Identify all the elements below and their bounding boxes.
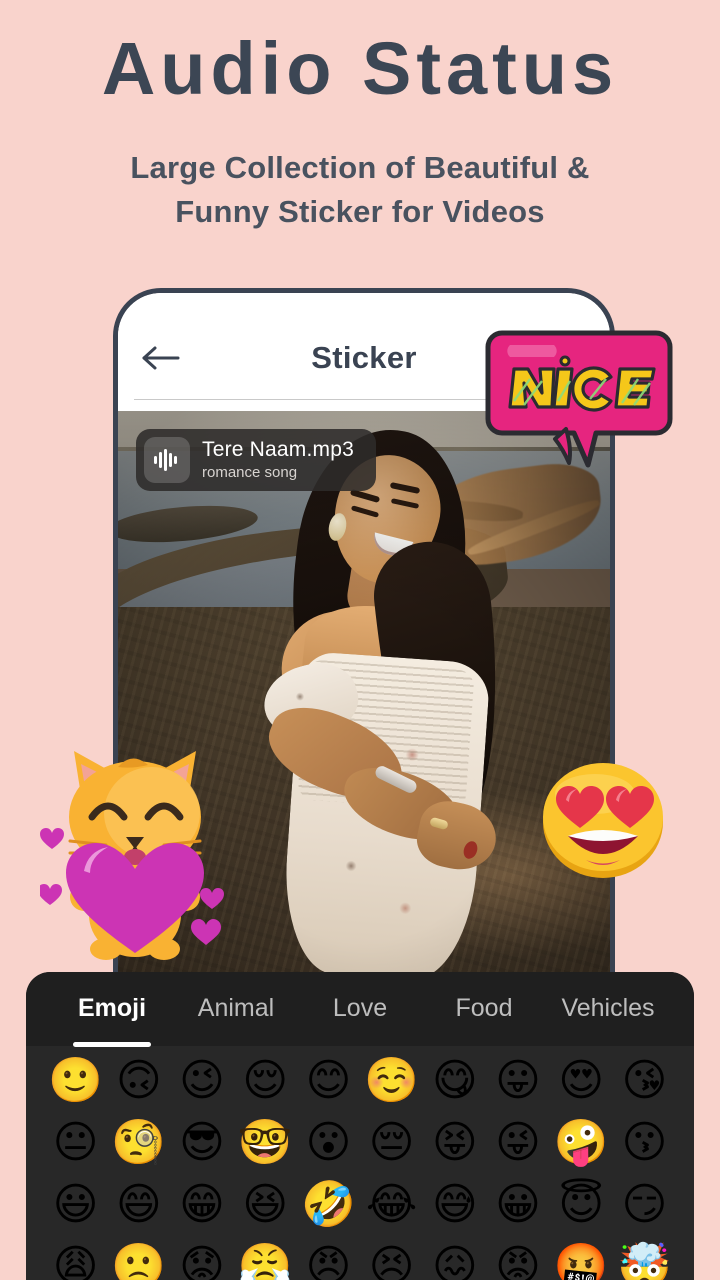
tab-food[interactable]: Food	[422, 994, 546, 1025]
emoji-cell[interactable]: ☺️	[360, 1054, 423, 1108]
heart-eyes-emoji-sticker[interactable]	[540, 760, 666, 880]
back-button[interactable]	[118, 327, 204, 389]
emoji-cell[interactable]: 😏	[613, 1178, 676, 1232]
emoji-cell[interactable]: 🤣	[297, 1178, 360, 1232]
page-title: Audio Status	[101, 27, 619, 110]
emoji-cell[interactable]: 😐	[44, 1116, 107, 1170]
emoji-cell[interactable]: 😣	[360, 1240, 423, 1280]
arrow-left-icon	[141, 344, 181, 372]
emoji-cell[interactable]: 😍	[550, 1054, 613, 1108]
emoji-cell[interactable]: 😊	[297, 1054, 360, 1108]
sticker-picker-sheet: Emoji Animal Love Food Vehicles 🙂 🙃 😉 😌 😊 ☺️ 😋…	[26, 972, 694, 1280]
emoji-cell[interactable]: 🧐	[107, 1116, 170, 1170]
emoji-cell[interactable]: 😆	[234, 1178, 297, 1232]
emoji-cell[interactable]: 🤯	[613, 1240, 676, 1280]
emoji-cell[interactable]: 😠	[297, 1240, 360, 1280]
sticker-category-tabs: Emoji Animal Love Food Vehicles	[26, 972, 694, 1046]
emoji-cell[interactable]: 🤪	[550, 1116, 613, 1170]
emoji-cell[interactable]: 😉	[170, 1054, 233, 1108]
music-subtitle: romance song	[202, 463, 298, 481]
emoji-cell[interactable]: 😖	[423, 1240, 486, 1280]
emoji-cell[interactable]: 😝	[423, 1116, 486, 1170]
emoji-cell[interactable]: 😌	[234, 1054, 297, 1108]
tab-emoji[interactable]: Emoji	[50, 994, 174, 1025]
music-chip[interactable]: Tere Naam.mp3 romance song	[136, 429, 376, 491]
emoji-cell[interactable]: 😤	[234, 1240, 297, 1280]
emoji-cell[interactable]: 😜	[486, 1116, 549, 1170]
emoji-grid: 🙂 🙃 😉 😌 😊 ☺️ 😋 😛 😍 😘 😐 🧐 😎 🤓 😮 😔 😝 😜 🤪 😗 😃 😄 😁 😆 🤣 😂 😅 😀 😇 😏 😩 🙁 😟 😤 😠 😣 😖 😡 🤬…	[26, 1046, 694, 1280]
emoji-cell[interactable]: 😛	[486, 1054, 549, 1108]
emoji-cell[interactable]: 🤓	[234, 1116, 297, 1170]
emoji-cell[interactable]: 😄	[107, 1178, 170, 1232]
emoji-cell[interactable]: 😁	[170, 1178, 233, 1232]
emoji-cell[interactable]: 😘	[613, 1054, 676, 1108]
nice-speech-bubble-sticker[interactable]	[484, 325, 674, 471]
cat-hugging-heart-sticker[interactable]	[38, 745, 230, 965]
emoji-cell[interactable]: 🤬	[550, 1240, 613, 1280]
music-chip-meta: Tere Naam.mp3 romance song	[202, 438, 354, 483]
emoji-cell[interactable]: 😂	[360, 1178, 423, 1232]
page-subtitle-line1: Large Collection of Beautiful &	[130, 150, 590, 185]
emoji-cell[interactable]: 😅	[423, 1178, 486, 1232]
emoji-cell[interactable]: 😗	[613, 1116, 676, 1170]
emoji-cell[interactable]: 😟	[170, 1240, 233, 1280]
app-bar-title: Sticker	[311, 340, 417, 375]
page-subtitle-line2: Funny Sticker for Videos	[175, 194, 545, 230]
page-subtitle: Large Collection of Beautiful & Funny St…	[0, 146, 720, 234]
emoji-cell[interactable]: 🙁	[107, 1240, 170, 1280]
audio-waveform-icon	[144, 437, 190, 483]
tab-animal[interactable]: Animal	[174, 994, 298, 1025]
emoji-cell[interactable]: 😔	[360, 1116, 423, 1170]
emoji-cell[interactable]: 🙂	[44, 1054, 107, 1108]
emoji-cell[interactable]: 😡	[486, 1240, 549, 1280]
emoji-cell[interactable]: 😩	[44, 1240, 107, 1280]
emoji-cell[interactable]: 😋	[423, 1054, 486, 1108]
photo-woman	[246, 419, 516, 984]
emoji-cell[interactable]: 😎	[170, 1116, 233, 1170]
tab-love[interactable]: Love	[298, 994, 422, 1025]
tab-vehicles[interactable]: Vehicles	[546, 994, 670, 1025]
emoji-cell[interactable]: 😮	[297, 1116, 360, 1170]
emoji-cell[interactable]: 😃	[44, 1178, 107, 1232]
emoji-cell[interactable]: 😇	[550, 1178, 613, 1232]
emoji-cell[interactable]: 😀	[486, 1178, 549, 1232]
music-title: Tere Naam.mp3	[202, 437, 354, 461]
emoji-cell[interactable]: 🙃	[107, 1054, 170, 1108]
